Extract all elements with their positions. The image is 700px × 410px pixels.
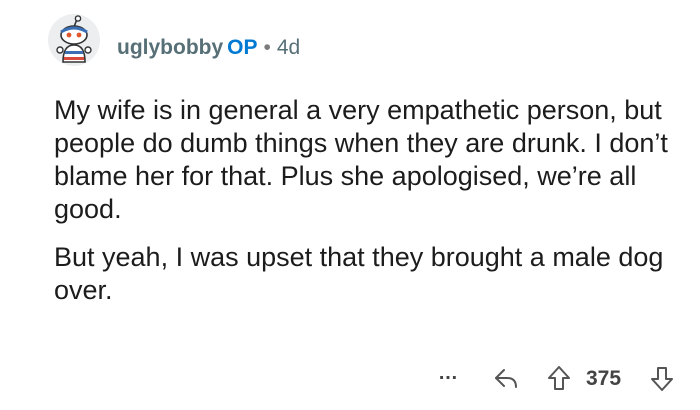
snoo-avatar-icon[interactable]	[48, 14, 100, 66]
more-options-button[interactable]: …	[438, 362, 459, 385]
comment-meta: uglybobby OP • 4d	[117, 35, 300, 61]
comment-paragraph: But yeah, I was upset that they brought …	[54, 242, 664, 305]
meta-separator: •	[263, 36, 271, 59]
vote-score: 375	[586, 367, 622, 390]
reply-arrow-icon[interactable]	[493, 367, 519, 389]
upvote-arrow-icon[interactable]	[547, 365, 571, 391]
comment-card: uglybobby OP • 4d My wife is in general a v…	[0, 0, 700, 410]
op-badge: OP	[227, 36, 258, 59]
comment-body: My wife is in general a very empathetic …	[54, 94, 674, 307]
comment-age: 4d	[276, 36, 301, 59]
comment-action-bar: … 375	[430, 362, 692, 398]
downvote-arrow-icon[interactable]	[650, 366, 674, 392]
comment-paragraph: My wife is in general a very empathetic …	[54, 95, 668, 224]
username-link[interactable]: uglybobby	[117, 36, 223, 59]
